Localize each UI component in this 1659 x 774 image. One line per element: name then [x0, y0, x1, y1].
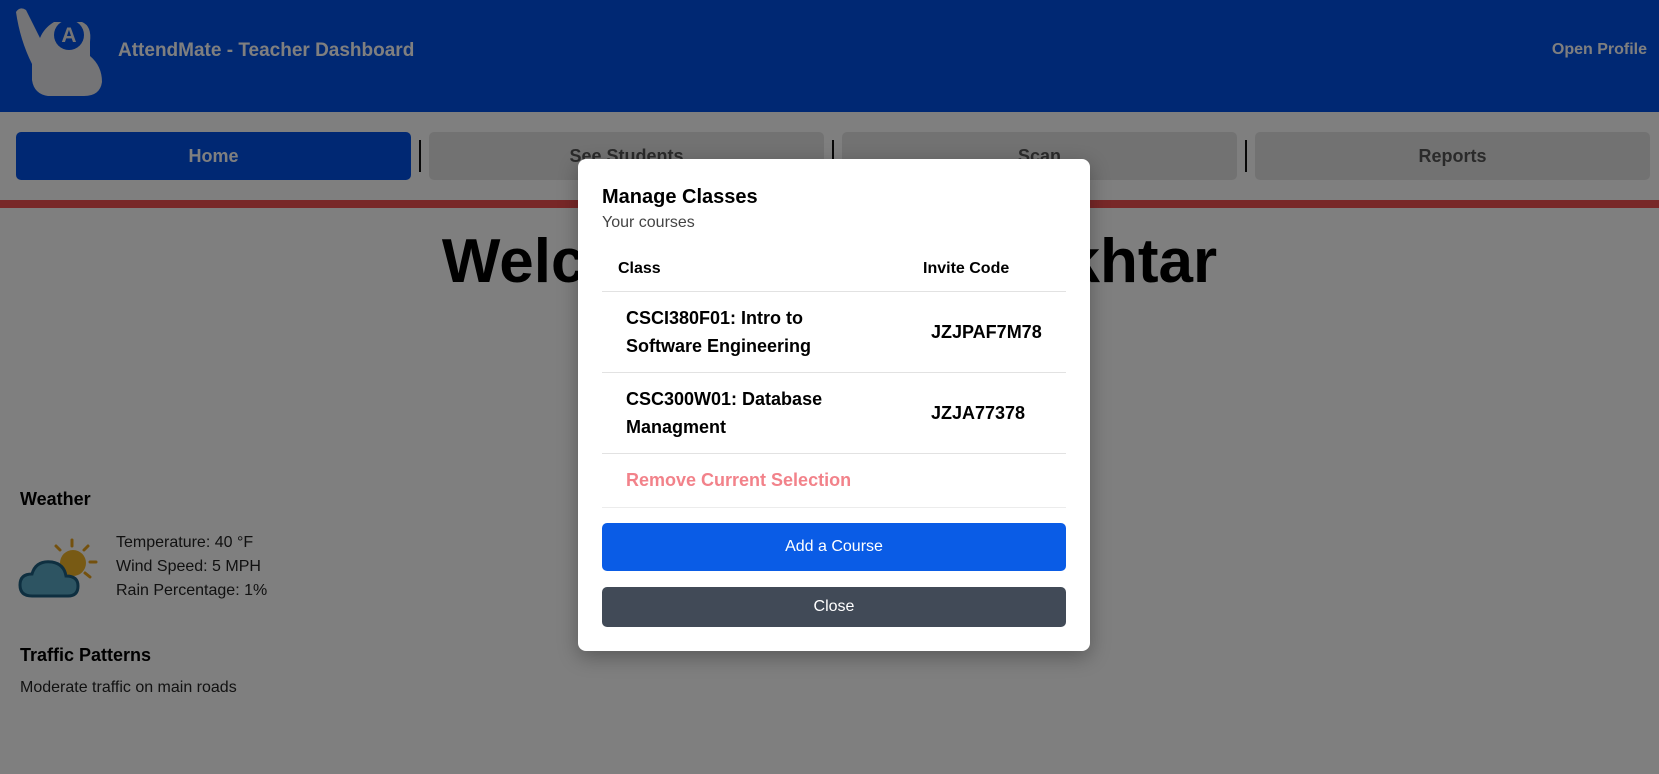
courses-table: Class Invite Code CSCI380F01: Intro to S…	[602, 247, 1066, 508]
invite-code: JZJPAF7M78	[931, 321, 1042, 342]
modal-title: Manage Classes	[602, 186, 758, 208]
invite-code: JZJA77378	[931, 402, 1026, 423]
table-row[interactable]: CSC300W01: Database Managment JZJA77378	[602, 373, 1066, 454]
remove-selection-button[interactable]: Remove Current Selection	[602, 454, 1066, 508]
column-header-invite-code: Invite Code	[923, 260, 1010, 277]
course-name: CSCI380F01: Intro to Software Engineerin…	[626, 308, 812, 356]
manage-classes-modal: Manage Classes Your courses Class Invite…	[578, 159, 1090, 651]
column-header-class: Class	[618, 260, 661, 277]
table-header: Class Invite Code	[602, 247, 1066, 292]
table-row[interactable]: CSCI380F01: Intro to Software Engineerin…	[602, 292, 1066, 373]
course-name: CSC300W01: Database Managment	[626, 389, 823, 437]
add-course-button[interactable]: Add a Course	[602, 523, 1066, 571]
close-button[interactable]: Close	[602, 587, 1066, 627]
modal-subtitle: Your courses	[602, 214, 695, 231]
